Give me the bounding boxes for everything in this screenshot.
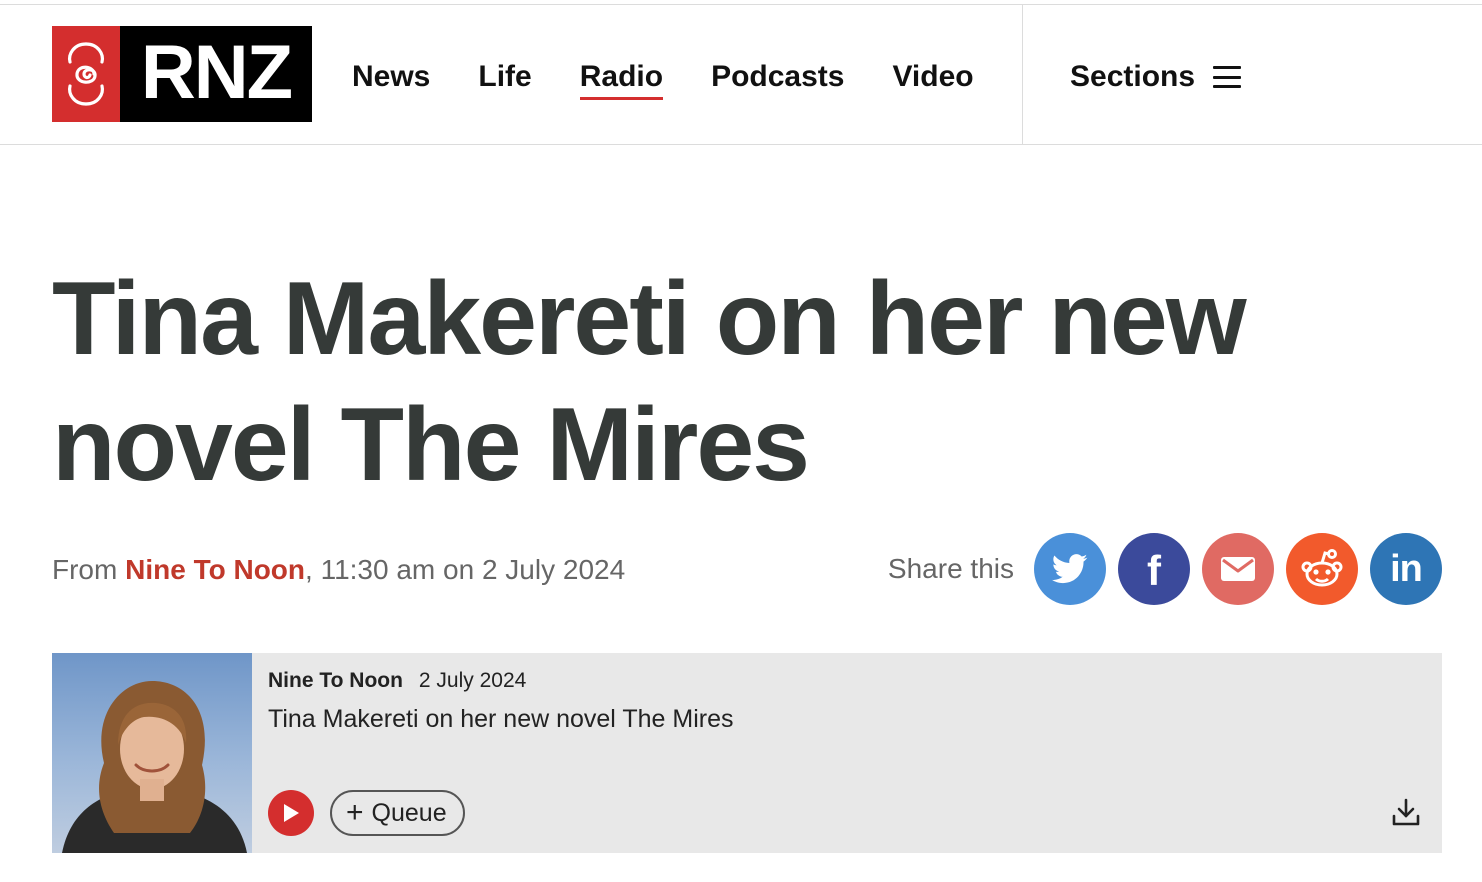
nav-item-podcasts[interactable]: Podcasts	[711, 59, 844, 95]
share-label: Share this	[887, 553, 1014, 584]
download-button[interactable]	[1390, 796, 1422, 828]
nav-item-video[interactable]: Video	[892, 59, 973, 95]
hamburger-menu-icon	[1213, 66, 1242, 88]
facebook-f-icon: f	[1147, 547, 1161, 594]
sections-menu-button[interactable]: Sections	[1070, 59, 1242, 95]
rnz-logo[interactable]: RNZ	[52, 26, 312, 122]
share-email-button[interactable]	[1202, 533, 1274, 605]
episode-title[interactable]: Tina Makereti on her new novel The Mires	[268, 705, 734, 734]
article-datetime: 11:30 am on 2 July 2024	[320, 554, 626, 585]
meta-from-label: From	[52, 554, 118, 585]
programme-link[interactable]: Nine To Noon	[125, 554, 305, 585]
twitter-bird-icon	[1052, 554, 1088, 584]
rnz-koru-icon	[52, 26, 120, 122]
article-title: Tina Makereti on her new novel The Mires	[52, 261, 1247, 503]
episode-info: Nine To Noon 2 July 2024 Tina Makereti o…	[268, 669, 734, 734]
episode-programme[interactable]: Nine To Noon	[268, 669, 403, 693]
main-nav: News Life Radio Podcasts Video	[352, 59, 1022, 100]
share-reddit-button[interactable]	[1286, 533, 1358, 605]
play-icon	[284, 804, 299, 822]
share-linkedin-button[interactable]: in	[1370, 533, 1442, 605]
sections-label: Sections	[1070, 60, 1196, 93]
envelope-icon	[1221, 557, 1255, 581]
audio-player-card: Nine To Noon 2 July 2024 Tina Makereti o…	[52, 653, 1442, 853]
download-icon	[1392, 798, 1420, 826]
nav-item-life[interactable]: Life	[478, 59, 531, 95]
queue-label: Queue	[371, 798, 447, 827]
episode-date: 2 July 2024	[418, 669, 527, 692]
share-facebook-button[interactable]: f	[1118, 533, 1190, 605]
linkedin-in-icon: in	[1390, 548, 1423, 590]
add-to-queue-button[interactable]: + Queue	[330, 790, 465, 836]
episode-thumbnail	[52, 653, 252, 853]
site-header: RNZ News Life Radio Podcasts Video Secti…	[0, 5, 1482, 145]
share-bar: Share this f in	[888, 533, 1442, 605]
nav-item-radio[interactable]: Radio	[579, 59, 664, 100]
logo-wordmark: RNZ	[120, 26, 312, 122]
header-divider	[1022, 5, 1023, 145]
share-twitter-button[interactable]	[1034, 533, 1106, 605]
play-button[interactable]	[268, 790, 314, 836]
article-meta: From Nine To Noon, 11:30 am on 2 July 20…	[52, 550, 625, 590]
nav-item-news[interactable]: News	[352, 59, 430, 95]
plus-icon: +	[346, 796, 364, 829]
reddit-alien-icon	[1301, 549, 1343, 587]
meta-separator: ,	[305, 554, 313, 585]
